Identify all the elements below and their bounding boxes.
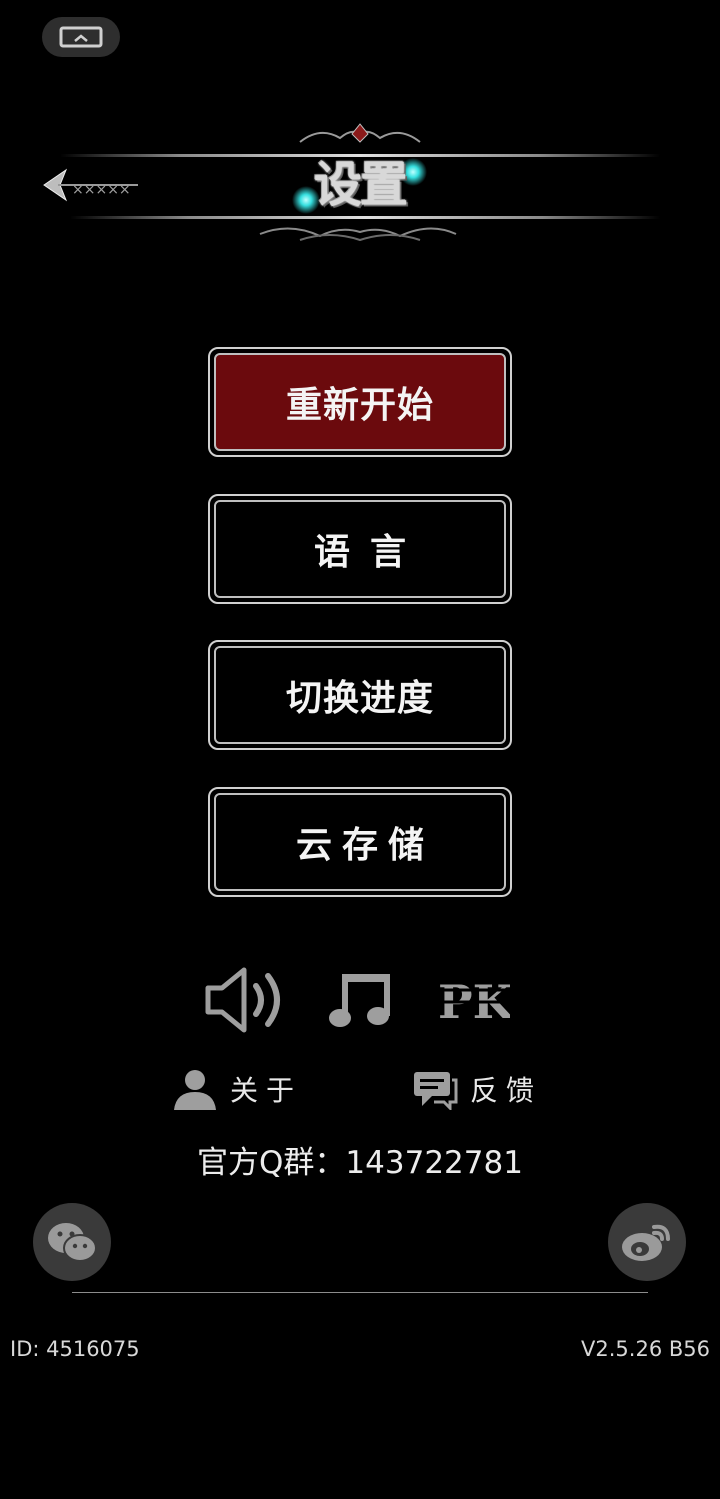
feedback-link[interactable]: 反馈 <box>412 1068 542 1110</box>
sound-toggle-button[interactable] <box>204 964 292 1040</box>
music-note-icon <box>329 974 390 1027</box>
qq-group-text: 官方Q群：143722781 <box>197 1145 523 1181</box>
restart-button[interactable]: 重新开始 <box>208 347 512 457</box>
chat-bubble-icon <box>414 1072 458 1110</box>
weibo-share-button[interactable] <box>608 1203 686 1281</box>
about-link[interactable]: 关于 <box>172 1068 302 1110</box>
cloud-save-button[interactable]: 云存储 <box>208 787 512 897</box>
weibo-icon <box>622 1224 670 1261</box>
wechat-icon <box>48 1223 97 1262</box>
about-label: 关于 <box>230 1074 303 1107</box>
user-id: ID: 4516075 <box>10 1337 140 1361</box>
person-icon <box>174 1070 216 1110</box>
feedback-label: 反馈 <box>470 1074 543 1107</box>
wechat-share-button[interactable] <box>33 1203 111 1281</box>
cloud-save-button-label: 云存储 <box>214 793 506 891</box>
screen-toggle-button[interactable] <box>42 17 120 57</box>
speaker-icon <box>205 967 280 1033</box>
back-button[interactable]: ××××× <box>40 160 140 210</box>
pk-toggle-button[interactable]: PK <box>436 970 515 1034</box>
restart-button-label: 重新开始 <box>214 353 506 451</box>
language-button[interactable]: 语言 <box>208 494 512 604</box>
version-label: V2.5.26 B56 <box>581 1337 710 1361</box>
back-arrow-icon: ××××× <box>43 168 138 202</box>
switch-progress-button-label: 切换进度 <box>214 646 506 744</box>
svg-text:×××××: ××××× <box>72 182 131 198</box>
music-toggle-button[interactable] <box>328 970 394 1034</box>
language-button-label: 语言 <box>214 500 506 598</box>
switch-progress-button[interactable]: 切换进度 <box>208 640 512 750</box>
page-title: 设置 <box>313 157 408 213</box>
pk-icon: PK <box>436 975 515 1029</box>
divider <box>72 1292 648 1293</box>
screen-frame-icon <box>59 26 103 48</box>
